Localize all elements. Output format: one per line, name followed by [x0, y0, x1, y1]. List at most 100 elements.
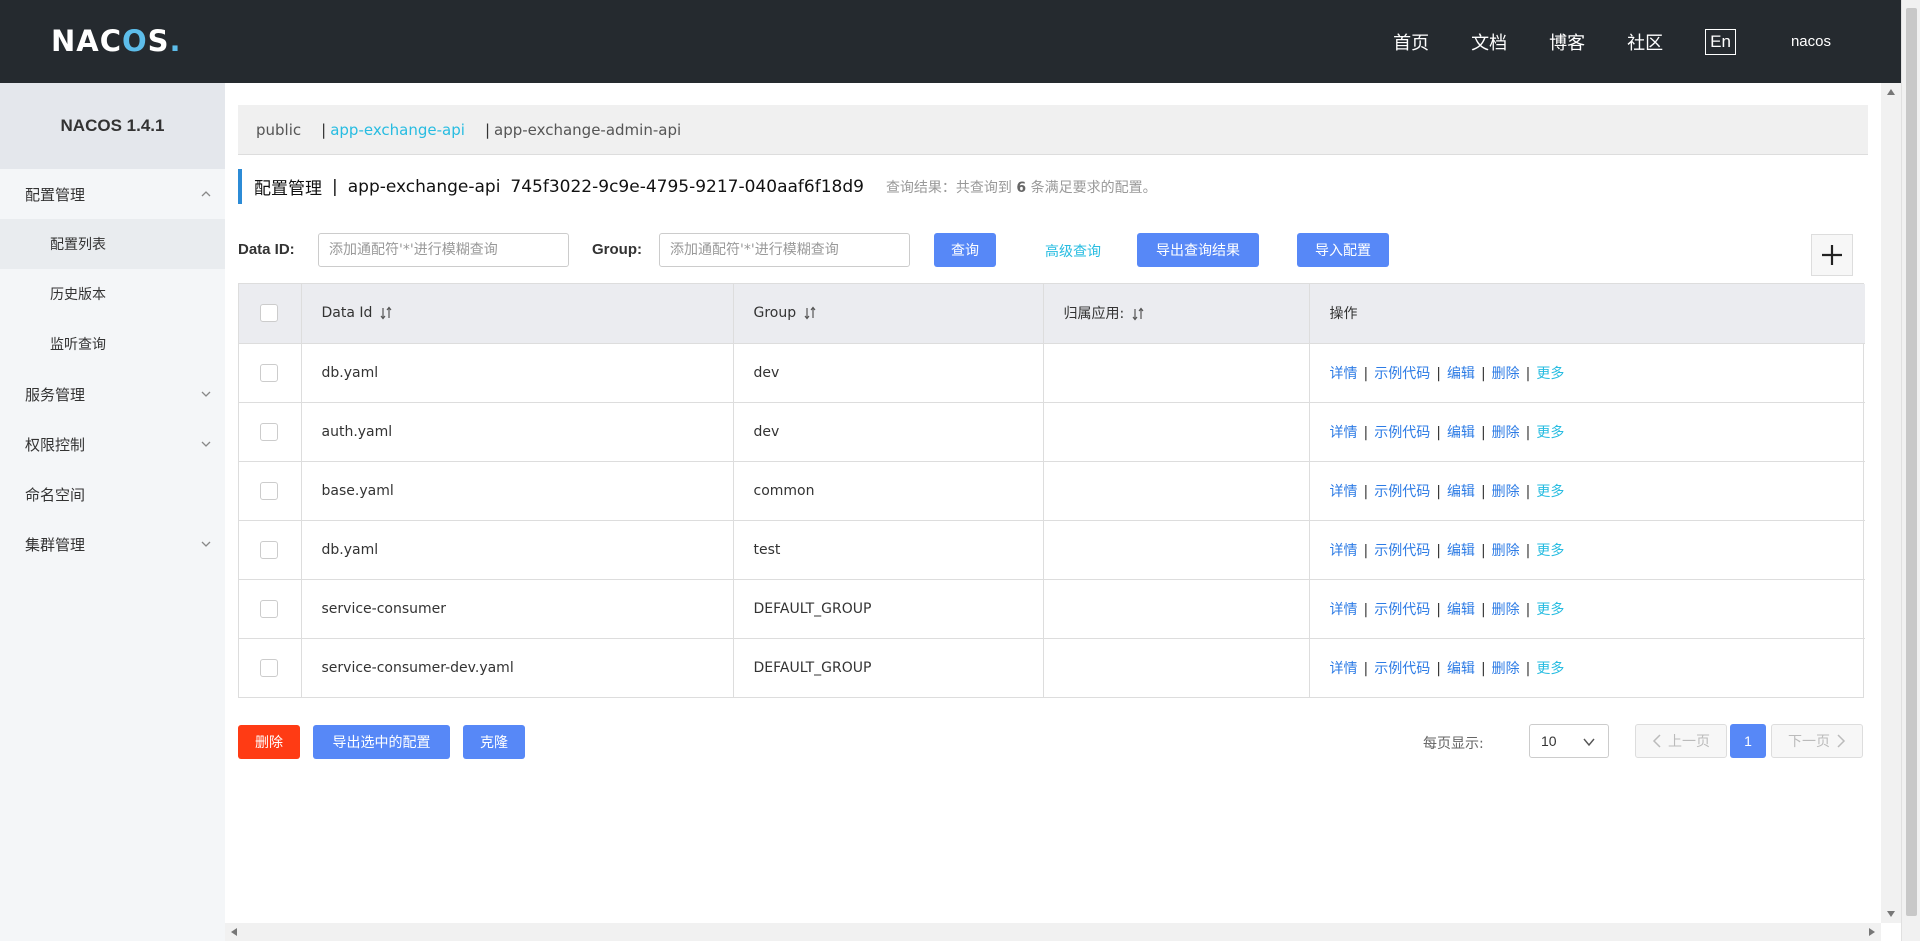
scroll-up-arrow[interactable]: [1887, 89, 1895, 95]
namespace-app-exchange-admin-api[interactable]: app-exchange-admin-api: [494, 121, 681, 139]
cell-group: dev: [733, 402, 1044, 462]
sidebar-item-config-management[interactable]: 配置管理: [0, 169, 225, 219]
op-more-link[interactable]: 更多: [1536, 602, 1564, 618]
cell-actions: 详情 | 示例代码 | 编辑 | 删除 | 更多: [1309, 579, 1865, 639]
export-results-button[interactable]: 导出查询结果: [1137, 233, 1259, 267]
op-separator: |: [1436, 424, 1441, 441]
op-more-link[interactable]: 更多: [1536, 661, 1564, 677]
prev-page-button[interactable]: 上一页: [1635, 724, 1727, 758]
content-vertical-scrollbar[interactable]: [1881, 83, 1901, 923]
namespace-bar: public | app-exchange-api | app-exchange…: [238, 105, 1868, 155]
chevron-down-icon: [201, 541, 211, 547]
row-checkbox[interactable]: [260, 363, 278, 382]
sidebar-item-namespace[interactable]: 命名空间: [0, 469, 225, 519]
sidebar-item-service-management[interactable]: 服务管理: [0, 369, 225, 419]
sidebar-item-access-control[interactable]: 权限控制: [0, 419, 225, 469]
scroll-down-arrow[interactable]: [1887, 911, 1895, 917]
sidebar-subitem-history[interactable]: 历史版本: [0, 269, 225, 319]
op-more-link[interactable]: 更多: [1536, 543, 1564, 559]
op-sample-code-link[interactable]: 示例代码: [1374, 602, 1430, 618]
op-more-link[interactable]: 更多: [1536, 425, 1564, 441]
row-checkbox[interactable]: [260, 599, 278, 618]
row-checkbox[interactable]: [260, 422, 278, 441]
column-header-label: 归属应用:: [1063, 306, 1125, 323]
op-delete-link[interactable]: 删除: [1492, 602, 1520, 618]
nav-docs[interactable]: 文档: [1471, 29, 1507, 55]
window-scrollbar-thumb[interactable]: [1906, 8, 1917, 916]
op-delete-link[interactable]: 删除: [1492, 543, 1520, 559]
query-result-summary: 查询结果：共查询到 6 条满足要求的配置。: [886, 177, 1157, 197]
advanced-search-link[interactable]: 高级查询: [1045, 241, 1101, 261]
column-header-actions: 操作: [1309, 284, 1865, 344]
clone-button[interactable]: 克隆: [463, 725, 525, 759]
op-detail-link[interactable]: 详情: [1330, 425, 1358, 441]
op-edit-link[interactable]: 编辑: [1447, 543, 1475, 559]
sort-icon[interactable]: [1132, 307, 1144, 321]
op-edit-link[interactable]: 编辑: [1447, 484, 1475, 500]
op-sample-code-link[interactable]: 示例代码: [1374, 425, 1430, 441]
prev-page-label: 上一页: [1668, 734, 1710, 750]
group-input[interactable]: [659, 233, 910, 267]
scroll-right-arrow[interactable]: [1869, 928, 1875, 936]
op-detail-link[interactable]: 详情: [1330, 661, 1358, 677]
user-name[interactable]: nacos: [1791, 33, 1831, 50]
delete-selected-button[interactable]: 删除: [238, 725, 300, 759]
sidebar-subitem-listener[interactable]: 监听查询: [0, 319, 225, 369]
op-separator: |: [1480, 424, 1486, 441]
add-config-button[interactable]: [1811, 234, 1853, 276]
export-selected-button[interactable]: 导出选中的配置: [313, 725, 450, 759]
select-all-checkbox[interactable]: [260, 304, 278, 323]
op-delete-link[interactable]: 删除: [1492, 661, 1520, 677]
page-number-current[interactable]: 1: [1730, 724, 1766, 758]
bottom-actions: 删除 导出选中的配置 克隆 每页显示: 10 上一页 1 下一页: [238, 723, 1868, 763]
op-separator: |: [1525, 542, 1531, 559]
nav-community[interactable]: 社区: [1627, 29, 1663, 55]
table-row: db.yaml test 详情 | 示例代码 | 编辑 | 删除 | 更多: [239, 520, 1865, 580]
op-detail-link[interactable]: 详情: [1330, 543, 1358, 559]
op-sample-code-link[interactable]: 示例代码: [1374, 484, 1430, 500]
import-config-button[interactable]: 导入配置: [1297, 233, 1389, 267]
op-edit-link[interactable]: 编辑: [1447, 602, 1475, 618]
column-header-group[interactable]: Group: [733, 284, 1044, 344]
op-sample-code-link[interactable]: 示例代码: [1374, 661, 1430, 677]
namespace-public[interactable]: public: [256, 121, 301, 139]
language-toggle[interactable]: En: [1705, 28, 1736, 55]
op-sample-code-link[interactable]: 示例代码: [1374, 543, 1430, 559]
dataid-input[interactable]: [318, 233, 569, 267]
nav-home[interactable]: 首页: [1393, 29, 1429, 55]
row-checkbox[interactable]: [260, 658, 278, 677]
sort-icon[interactable]: [380, 306, 392, 320]
page-size-select[interactable]: 10: [1529, 724, 1609, 758]
op-more-link[interactable]: 更多: [1536, 484, 1564, 500]
cell-data-id: service-consumer: [301, 579, 734, 639]
nav-blog[interactable]: 博客: [1549, 29, 1585, 55]
op-edit-link[interactable]: 编辑: [1447, 366, 1475, 382]
op-edit-link[interactable]: 编辑: [1447, 425, 1475, 441]
op-detail-link[interactable]: 详情: [1330, 366, 1358, 382]
query-form: Data ID: Group: 查询 高级查询 导出查询结果 导入配置: [238, 231, 1868, 271]
top-header: NACOS. 首页 文档 博客 社区 En nacos: [0, 0, 1901, 83]
scroll-left-arrow[interactable]: [231, 928, 237, 936]
sort-icon[interactable]: [804, 306, 816, 320]
op-more-link[interactable]: 更多: [1536, 366, 1564, 382]
search-button[interactable]: 查询: [934, 233, 996, 267]
page-title-namespace: app-exchange-api: [347, 176, 501, 197]
op-delete-link[interactable]: 删除: [1492, 425, 1520, 441]
row-checkbox[interactable]: [260, 481, 278, 500]
window-scrollbar[interactable]: [1901, 0, 1920, 941]
next-page-button[interactable]: 下一页: [1771, 724, 1863, 758]
op-sample-code-link[interactable]: 示例代码: [1374, 366, 1430, 382]
namespace-app-exchange-api[interactable]: app-exchange-api: [330, 121, 465, 139]
column-header-data-id[interactable]: Data Id: [301, 284, 734, 344]
row-checkbox[interactable]: [260, 540, 278, 559]
op-detail-link[interactable]: 详情: [1330, 602, 1358, 618]
op-delete-link[interactable]: 删除: [1492, 366, 1520, 382]
op-delete-link[interactable]: 删除: [1492, 484, 1520, 500]
column-header-app[interactable]: 归属应用:: [1043, 284, 1310, 344]
nacos-logo[interactable]: NACOS.: [51, 24, 182, 58]
sidebar-item-cluster-management[interactable]: 集群管理: [0, 519, 225, 569]
op-edit-link[interactable]: 编辑: [1447, 661, 1475, 677]
sidebar-subitem-config-list[interactable]: 配置列表: [0, 219, 225, 269]
op-detail-link[interactable]: 详情: [1330, 484, 1358, 500]
content-horizontal-scrollbar[interactable]: [225, 923, 1881, 941]
